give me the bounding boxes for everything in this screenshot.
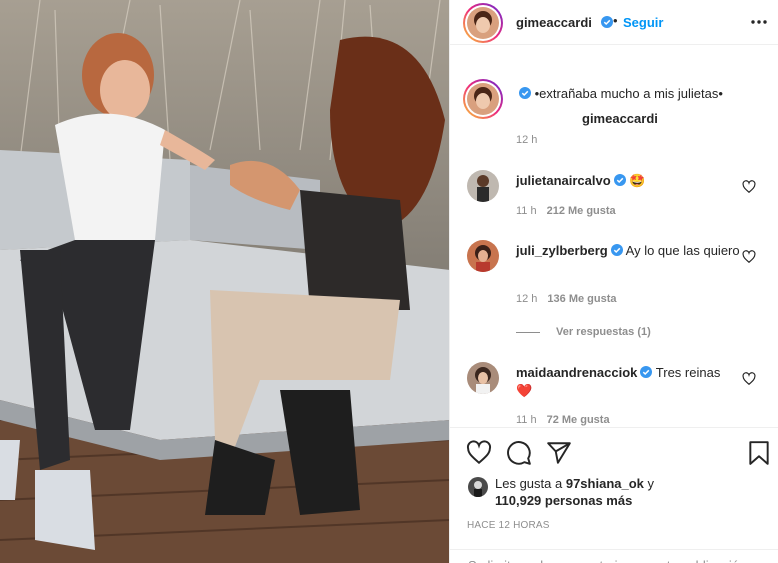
- verified-badge-icon: [519, 87, 531, 99]
- view-replies-label: Ver respuestas (1): [556, 326, 651, 338]
- commenter-avatar[interactable]: [467, 362, 499, 394]
- follow-button[interactable]: Seguir: [623, 15, 663, 30]
- comment-body: Tres reinas: [655, 365, 721, 380]
- comment-text: maidaandrenacciok Tres reinas ❤️: [516, 364, 741, 400]
- comment-body: Ay lo que las quiero: [625, 243, 740, 258]
- comments-limited-notice: Se limitaron los comentarios en esta pub…: [450, 549, 778, 563]
- post-actions: Les gusta a 97shiana_ok y 110,929 person…: [450, 427, 778, 563]
- liked-and: y: [647, 476, 655, 491]
- liked-count[interactable]: 110,929 personas más: [495, 493, 632, 508]
- comment-time: 11 h: [516, 205, 537, 217]
- liked-user[interactable]: 97shiana_ok: [566, 476, 644, 491]
- comment-likes[interactable]: 212 Me gusta: [547, 205, 616, 217]
- caption-username[interactable]: gimeaccardi: [582, 110, 658, 128]
- comment-time: 12 h: [516, 293, 538, 305]
- bookmark-icon[interactable]: [746, 440, 772, 466]
- separator-dot: •: [613, 13, 618, 28]
- comment-meta: 12 h 136 Me gusta: [516, 293, 617, 305]
- comment-item: juli_zylberberg Ay lo que las quiero 12 …: [450, 240, 778, 340]
- author-avatar[interactable]: [463, 3, 503, 43]
- post-header: gimeaccardi • Seguir: [450, 0, 778, 45]
- comment-icon[interactable]: [506, 440, 532, 466]
- comment-username[interactable]: julietanaircalvo: [516, 173, 611, 188]
- like-comment-heart-icon[interactable]: [742, 372, 756, 386]
- share-icon[interactable]: [546, 440, 572, 466]
- verified-badge-icon: [598, 15, 613, 30]
- comment-username[interactable]: juli_zylberberg: [516, 243, 608, 258]
- comment-text: juli_zylberberg Ay lo que las quiero: [516, 242, 741, 260]
- caption-avatar[interactable]: [463, 79, 503, 119]
- commenter-avatar[interactable]: [467, 170, 499, 202]
- comment-text: julietanaircalvo 🤩: [516, 172, 741, 190]
- verified-badge-icon: [613, 174, 626, 186]
- likes-text: Les gusta a 97shiana_ok y 110,929 person…: [495, 475, 745, 509]
- caption-text: gimeaccardi •extrañaba mucho a mis julie…: [516, 85, 756, 126]
- caption-time: 12 h: [516, 134, 538, 146]
- verified-badge-icon: [640, 366, 653, 378]
- comment-meta: 11 h 72 Me gusta: [516, 414, 610, 426]
- comment-likes[interactable]: 72 Me gusta: [547, 414, 610, 426]
- comment-likes[interactable]: 136 Me gusta: [547, 293, 616, 305]
- heart-icon[interactable]: [466, 440, 492, 466]
- more-options-icon[interactable]: [749, 12, 769, 32]
- view-replies-button[interactable]: Ver respuestas (1): [516, 326, 651, 338]
- comment-emoji: ❤️: [516, 383, 533, 398]
- comment-meta: 11 h 212 Me gusta: [516, 205, 616, 217]
- like-comment-heart-icon[interactable]: [742, 180, 756, 194]
- liked-prefix: Les gusta a: [495, 476, 563, 491]
- comment-body: 🤩: [629, 173, 646, 188]
- comment-time: 11 h: [516, 414, 537, 426]
- comment-item: julietanaircalvo 🤩 11 h 212 Me gusta: [450, 170, 778, 230]
- replies-divider: [516, 331, 540, 333]
- author-username[interactable]: gimeaccardi: [516, 15, 592, 30]
- post-caption: gimeaccardi •extrañaba mucho a mis julie…: [450, 60, 778, 155]
- post-photo[interactable]: [0, 0, 449, 563]
- caption-body: •extrañaba mucho a mis julietas•: [534, 86, 723, 101]
- comment-item: maidaandrenacciok Tres reinas ❤️ 11 h 72 …: [450, 362, 778, 427]
- commenter-avatar[interactable]: [467, 240, 499, 272]
- comment-username[interactable]: maidaandrenacciok: [516, 365, 637, 380]
- like-comment-heart-icon[interactable]: [742, 250, 756, 264]
- liker-avatar[interactable]: [468, 477, 488, 497]
- post-time-ago[interactable]: HACE 12 HORAS: [467, 520, 550, 531]
- comments-list[interactable]: gimeaccardi •extrañaba mucho a mis julie…: [450, 60, 778, 427]
- verified-badge-icon: [610, 244, 623, 256]
- post-sidebar: gimeaccardi • Seguir gimeaccardi •extrañ…: [449, 0, 778, 563]
